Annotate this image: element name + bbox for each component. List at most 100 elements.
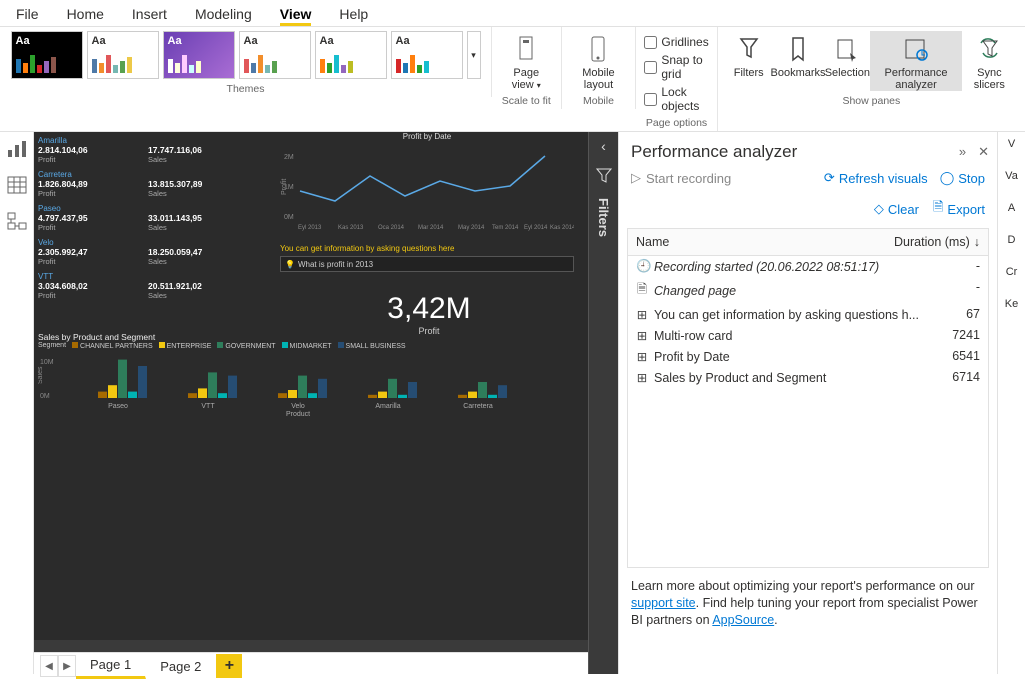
svg-text:Eyl 2013: Eyl 2013 bbox=[298, 225, 322, 231]
svg-text:Sales: Sales bbox=[38, 366, 44, 384]
filters-pane-button[interactable]: Filters bbox=[726, 31, 772, 91]
play-icon: ▷ bbox=[631, 170, 641, 186]
snap-checkbox[interactable]: Snap to grid bbox=[644, 53, 708, 81]
analyzer-row[interactable]: ⊞You can get information by asking quest… bbox=[628, 304, 988, 325]
menu-insert[interactable]: Insert bbox=[132, 6, 167, 22]
right-rail: V Va A D Cr Ke bbox=[997, 132, 1025, 674]
svg-text:10M: 10M bbox=[40, 359, 54, 366]
svg-text:0M: 0M bbox=[284, 214, 294, 221]
rail-item[interactable]: V bbox=[1008, 138, 1015, 150]
themes-dropdown[interactable]: ▾ bbox=[467, 31, 481, 79]
svg-text:Tem 2014: Tem 2014 bbox=[492, 225, 519, 231]
rail-item[interactable]: Cr bbox=[1006, 266, 1018, 278]
report-view-icon[interactable] bbox=[7, 140, 27, 158]
scale-label: Scale to fit bbox=[502, 95, 551, 107]
bookmarks-pane-button[interactable]: Bookmarks bbox=[772, 31, 825, 91]
svg-text:Mar 2014: Mar 2014 bbox=[418, 225, 444, 231]
chevron-left-icon[interactable]: ‹ bbox=[601, 138, 606, 154]
analyzer-row[interactable]: ⊞Sales by Product and Segment6714 bbox=[628, 367, 988, 388]
svg-text:Kas 2014: Kas 2014 bbox=[550, 225, 574, 231]
tab-next[interactable]: ▶ bbox=[58, 655, 76, 677]
svg-text:Oca 2014: Oca 2014 bbox=[378, 225, 405, 231]
svg-text:Velo: Velo bbox=[291, 403, 305, 410]
theme-card-5[interactable]: Aa bbox=[315, 31, 387, 79]
performance-analyzer-pane: Performance analyzer » ✕ ▷Start recordin… bbox=[618, 132, 997, 674]
rail-item[interactable]: Va bbox=[1005, 170, 1018, 182]
svg-text:May 2014: May 2014 bbox=[458, 225, 485, 231]
analyzer-row[interactable]: ⊞Profit by Date6541 bbox=[628, 346, 988, 367]
menubar: File Home Insert Modeling View Help bbox=[0, 0, 1025, 27]
page-options-label: Page options bbox=[646, 117, 707, 129]
analyzer-row[interactable]: 🕘Recording started (20.06.2022 08:51:17)… bbox=[628, 256, 988, 277]
rail-item[interactable]: Ke bbox=[1005, 298, 1018, 310]
qna-visual[interactable]: You can get information by asking questi… bbox=[280, 244, 574, 272]
page-view-button[interactable]: Page view ▾ bbox=[500, 31, 553, 91]
sync-slicers-button[interactable]: Sync slicers bbox=[962, 31, 1017, 91]
performance-analyzer-button[interactable]: Performance analyzer bbox=[870, 31, 961, 91]
page-tab-2[interactable]: Page 2 bbox=[146, 655, 216, 678]
filters-collapsed-pane[interactable]: ‹ Filters bbox=[588, 132, 618, 674]
refresh-icon: ⟳ bbox=[824, 170, 835, 186]
tab-prev[interactable]: ◀ bbox=[40, 655, 58, 677]
menu-file[interactable]: File bbox=[16, 6, 39, 22]
mobile-layout-button[interactable]: Mobile layout bbox=[570, 31, 628, 91]
clear-button[interactable]: ◇Clear bbox=[874, 198, 919, 220]
mobile-label: Mobile bbox=[583, 95, 614, 107]
svg-text:Paseo: Paseo bbox=[108, 403, 128, 410]
svg-text:Eyl 2014: Eyl 2014 bbox=[524, 225, 548, 231]
col-duration[interactable]: Duration (ms)↓ bbox=[894, 235, 980, 249]
theme-card-6[interactable]: Aa bbox=[391, 31, 463, 79]
stop-icon: ◯ bbox=[940, 170, 955, 186]
gridlines-checkbox[interactable]: Gridlines bbox=[644, 35, 708, 49]
content: Amarilla2.814.104,06ProfitCarretera1.826… bbox=[0, 132, 1025, 674]
svg-text:Carretera: Carretera bbox=[463, 403, 493, 410]
page-tab-1[interactable]: Page 1 bbox=[76, 653, 146, 679]
analyzer-row[interactable]: 🗎Changed page- bbox=[628, 277, 988, 304]
col-name[interactable]: Name bbox=[636, 235, 669, 249]
profit-by-date-chart[interactable]: Profit by Date 2M1M0MProfitEyl 2013Kas 2… bbox=[280, 132, 574, 242]
theme-card-1[interactable]: Aa bbox=[11, 31, 83, 79]
export-icon: 🗎 bbox=[933, 198, 943, 220]
svg-text:Amarilla: Amarilla bbox=[375, 403, 400, 410]
popout-icon[interactable]: » bbox=[959, 144, 962, 160]
svg-text:Kas 2013: Kas 2013 bbox=[338, 225, 364, 231]
filters-label: Filters bbox=[596, 198, 611, 237]
svg-text:2M: 2M bbox=[284, 154, 294, 161]
theme-card-2[interactable]: Aa bbox=[87, 31, 159, 79]
start-recording-button[interactable]: ▷Start recording bbox=[631, 170, 731, 186]
theme-card-3[interactable]: Aa bbox=[163, 31, 235, 79]
lock-checkbox[interactable]: Lock objects bbox=[644, 85, 708, 113]
stop-button[interactable]: ◯Stop bbox=[940, 170, 985, 186]
svg-text:Profit: Profit bbox=[281, 179, 288, 195]
model-view-icon[interactable] bbox=[7, 212, 27, 230]
support-site-link[interactable]: support site bbox=[631, 596, 696, 610]
menu-view[interactable]: View bbox=[280, 6, 312, 22]
menu-help[interactable]: Help bbox=[339, 6, 368, 22]
rail-item[interactable]: A bbox=[1008, 202, 1015, 214]
eraser-icon: ◇ bbox=[874, 201, 884, 217]
menu-modeling[interactable]: Modeling bbox=[195, 6, 252, 22]
analyzer-row[interactable]: ⊞Multi-row card7241 bbox=[628, 325, 988, 346]
theme-card-4[interactable]: Aa bbox=[239, 31, 311, 79]
data-view-icon[interactable] bbox=[7, 176, 27, 194]
themes-label: Themes bbox=[227, 83, 265, 95]
bulb-icon: 💡 bbox=[285, 260, 295, 269]
analyzer-title: Performance analyzer bbox=[631, 142, 797, 162]
analyzer-table: Name Duration (ms)↓ 🕘Recording started (… bbox=[627, 228, 989, 568]
analyzer-footnote: Learn more about optimizing your report'… bbox=[619, 568, 997, 629]
svg-text:VTT: VTT bbox=[201, 403, 215, 410]
sales-bar-chart[interactable]: Sales by Product and Segment Segment CHA… bbox=[38, 332, 568, 424]
appsource-link[interactable]: AppSource bbox=[712, 613, 774, 627]
rail-item[interactable]: D bbox=[1008, 234, 1016, 246]
refresh-visuals-button[interactable]: ⟳Refresh visuals bbox=[824, 170, 928, 186]
close-icon[interactable]: ✕ bbox=[978, 144, 985, 160]
report-canvas[interactable]: Amarilla2.814.104,06ProfitCarretera1.826… bbox=[34, 132, 588, 652]
profit-kpi[interactable]: 3,42M Profit bbox=[284, 292, 574, 336]
selection-pane-button[interactable]: Selection bbox=[824, 31, 870, 91]
export-button[interactable]: 🗎Export bbox=[933, 198, 985, 220]
filter-icon bbox=[596, 168, 612, 184]
sort-down-icon: ↓ bbox=[974, 235, 980, 249]
add-page-button[interactable]: + bbox=[216, 654, 242, 678]
menu-home[interactable]: Home bbox=[67, 6, 104, 22]
svg-text:0M: 0M bbox=[40, 393, 50, 400]
